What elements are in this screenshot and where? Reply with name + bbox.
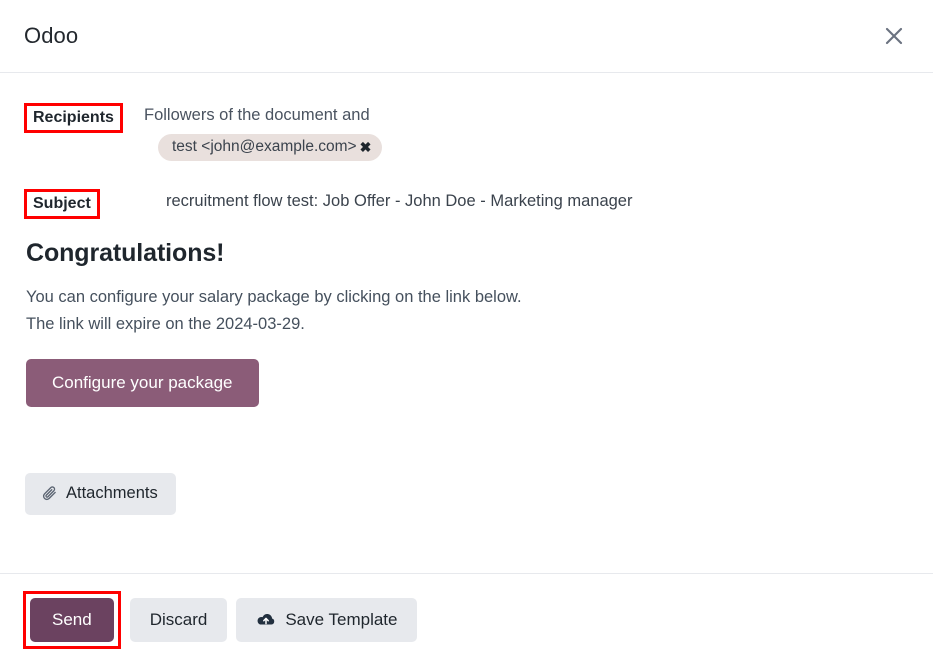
save-template-button[interactable]: Save Template [236,597,418,642]
dialog-footer: Send Discard Save Template [0,573,933,665]
followers-description: Followers of the document and [144,106,370,124]
recipients-value: Followers of the document and test <john… [144,101,909,161]
email-paragraph-line1: You can configure your salary package by… [26,287,522,306]
email-body-editor[interactable]: Congratulations! You can configure your … [24,238,909,408]
subject-label: Subject [24,188,100,219]
dialog-body: Recipients Followers of the document and… [0,73,933,573]
send-button-annotation: Send [23,590,121,649]
recipient-chip-list: test <john@example.com> ✖ [144,133,909,161]
recipients-row: Recipients Followers of the document and… [24,101,909,161]
send-button[interactable]: Send [30,597,114,642]
subject-label-wrap: Subject [24,187,144,219]
attachments-label: Attachments [66,484,158,503]
dialog-title: Odoo [24,23,79,48]
subject-input[interactable]: recruitment flow test: Job Offer - John … [144,187,909,211]
attachments-button[interactable]: Attachments [25,473,176,516]
recipient-chip[interactable]: test <john@example.com> ✖ [158,133,383,161]
configure-package-button[interactable]: Configure your package [26,359,259,408]
paperclip-icon [41,485,58,502]
chip-remove-icon[interactable]: ✖ [360,140,372,154]
subject-row: Subject recruitment flow test: Job Offer… [24,187,909,219]
email-composer-dialog: Odoo Recipients Followers of the documen… [0,0,933,665]
recipient-chip-label: test <john@example.com> [172,137,357,155]
recipients-label-wrap: Recipients [24,101,144,133]
recipients-label: Recipients [24,103,123,133]
dialog-header: Odoo [0,0,933,73]
save-template-label: Save Template [285,609,398,629]
discard-button[interactable]: Discard [129,597,228,642]
email-paragraph-line2: The link will expire on the 2024-03-29. [26,314,305,333]
attachments-section: Attachments [24,473,909,516]
email-heading: Congratulations! [26,238,225,267]
cloud-upload-icon [256,611,276,629]
close-icon[interactable] [877,19,911,53]
